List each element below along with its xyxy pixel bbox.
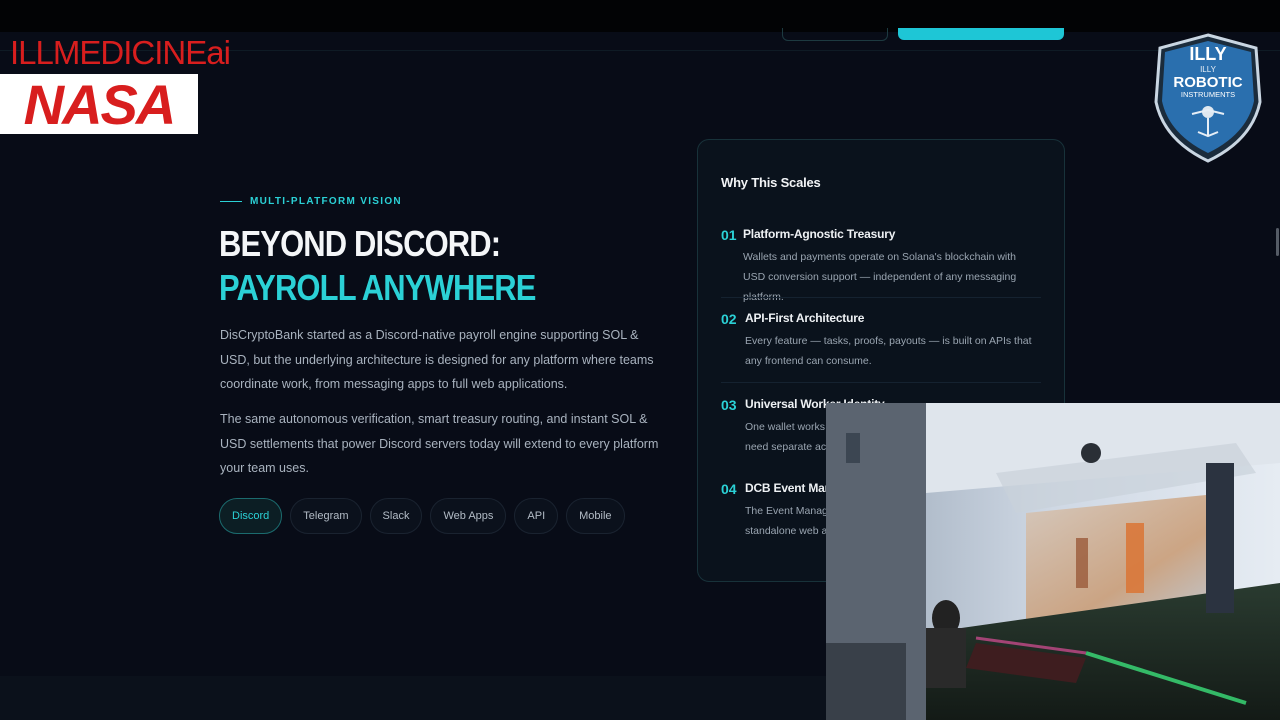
chip-mobile[interactable]: Mobile <box>566 498 625 534</box>
nav-outline-button[interactable] <box>782 28 888 41</box>
chip-web-apps[interactable]: Web Apps <box>430 498 507 534</box>
scrollbar-thumb[interactable] <box>1276 228 1279 256</box>
item-title: Platform-Agnostic Treasury <box>743 227 896 241</box>
scale-item: 01 Platform-Agnostic Treasury Wallets an… <box>721 227 1041 303</box>
webcam-scene-image <box>826 403 1280 720</box>
heading-line-2: PAYROLL ANYWHERE <box>219 267 536 308</box>
platform-chips: Discord Telegram Slack Web Apps API Mobi… <box>219 498 625 534</box>
chip-discord[interactable]: Discord <box>219 498 283 534</box>
browser-top-bar <box>0 0 1280 32</box>
item-description: Every feature — tasks, proofs, payouts —… <box>745 335 1032 367</box>
section-eyebrow: MULTI-PLATFORM VISION <box>220 196 402 207</box>
intro-paragraph: DisCryptoBank started as a Discord-nativ… <box>220 328 654 391</box>
nasa-logo-text: NASA <box>24 76 175 132</box>
nasa-logo: NASA <box>0 74 198 134</box>
item-number: 03 <box>721 397 737 413</box>
item-number: 04 <box>721 481 737 497</box>
item-divider <box>721 297 1041 298</box>
heading-line-1: BEYOND DISCORD: <box>219 223 501 264</box>
item-title: DCB Event Mana <box>745 481 839 495</box>
item-divider <box>721 382 1041 383</box>
item-description: One wallet works a need separate acc <box>745 421 834 453</box>
badge-line-3: ROBOTIC <box>1173 74 1242 91</box>
robotic-instruments-badge-icon: ILLY ILLY ROBOTIC INSTRUMENTS <box>1154 33 1262 163</box>
badge-line-1: ILLY <box>1189 44 1226 64</box>
overlay-brand-text: ILLMEDICINEai <box>10 34 231 71</box>
item-number: 02 <box>721 311 737 327</box>
item-title: API-First Architecture <box>745 311 865 325</box>
chip-slack[interactable]: Slack <box>369 498 423 534</box>
badge-line-2: ILLY <box>1200 65 1217 74</box>
scale-item: 02 API-First Architecture Every feature … <box>721 311 1041 371</box>
card-title: Why This Scales <box>721 175 821 190</box>
badge-line-4: INSTRUMENTS <box>1181 90 1235 99</box>
nav-fragment <box>256 31 302 37</box>
nav-cta-button[interactable] <box>898 28 1064 40</box>
eyebrow-text: MULTI-PLATFORM VISION <box>250 196 402 207</box>
eyebrow-line <box>220 201 242 202</box>
chip-api[interactable]: API <box>514 498 559 534</box>
page: ILLMEDICINEai NASA ILLY ILLY ROBOTIC INS… <box>0 0 1280 720</box>
chip-telegram[interactable]: Telegram <box>290 498 362 534</box>
item-number: 01 <box>721 227 737 243</box>
item-description: The Event Manage standalone web ap <box>745 505 834 537</box>
detail-paragraph: The same autonomous verification, smart … <box>220 412 659 475</box>
item-description: Wallets and payments operate on Solana's… <box>743 251 1017 303</box>
webcam-overlay <box>826 403 1280 720</box>
nasa-logo-icon: NASA <box>24 76 177 132</box>
